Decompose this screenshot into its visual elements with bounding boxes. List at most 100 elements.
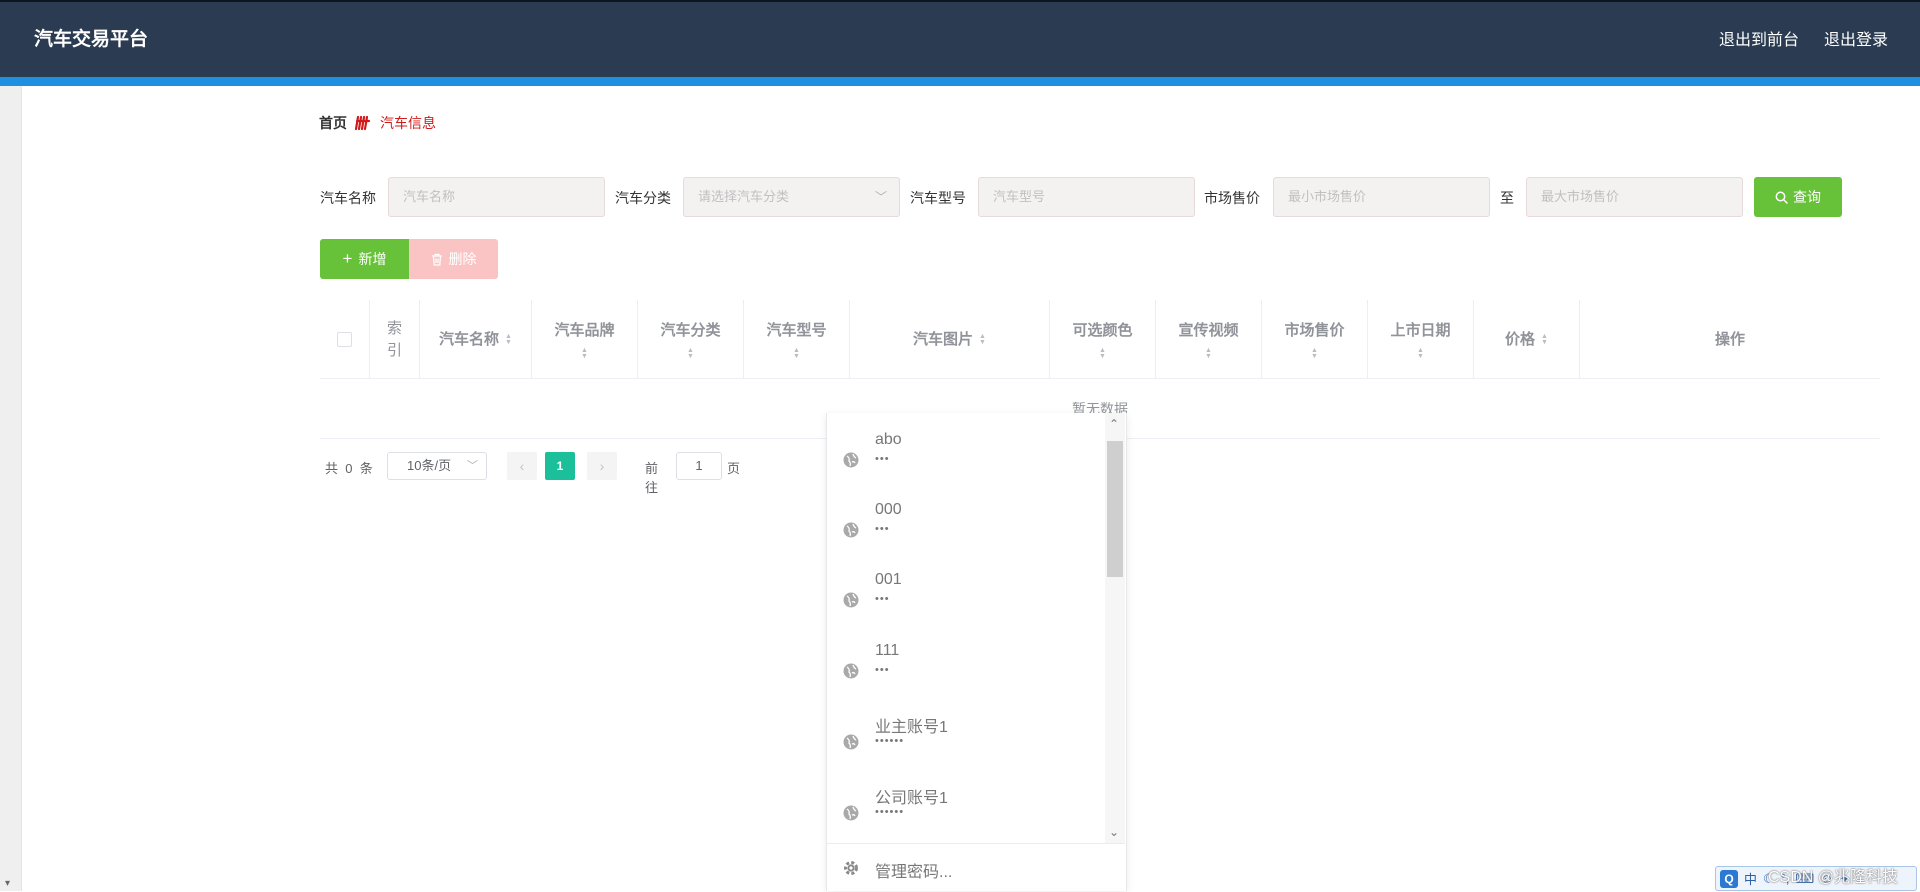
globe-icon bbox=[843, 663, 859, 679]
sort-icon[interactable]: ▲ ▼ bbox=[1417, 347, 1424, 360]
column-car-model-label: 汽车型号 bbox=[766, 321, 827, 339]
breadcrumb-separator-icon bbox=[355, 115, 371, 131]
next-page-button[interactable]: › bbox=[587, 452, 617, 480]
column-header-car-image[interactable]: 汽车图片 ▲ ▼ bbox=[850, 300, 1050, 379]
plus-icon: + bbox=[342, 249, 353, 268]
password-autofill-popup: abo ••• 000 ••• 001 ••• 111 ••• 业主账号1 ••… bbox=[826, 413, 1127, 891]
autofill-item[interactable]: 公司账号1 •••••• bbox=[827, 784, 1105, 842]
goto-page-input[interactable]: 1 bbox=[676, 452, 722, 480]
autofill-password-mask: ••• bbox=[875, 593, 890, 605]
autofill-item[interactable]: 业主账号1 •••••• bbox=[827, 713, 1105, 783]
autofill-scrollbar[interactable]: ⌃ ⌄ bbox=[1105, 413, 1125, 843]
column-header-market-price[interactable]: 市场售价 ▲ ▼ bbox=[1262, 300, 1368, 379]
car-model-label: 汽车型号 bbox=[910, 190, 966, 206]
logout-link[interactable]: 退出登录 bbox=[1824, 26, 1888, 50]
delete-button-label: 删除 bbox=[448, 251, 477, 267]
header-nav: 退出到前台 退出登录 bbox=[1719, 26, 1888, 50]
page-size-value: 10条/页 bbox=[407, 458, 452, 473]
goto-label: 前往 bbox=[645, 461, 659, 495]
goto-suffix: 页 bbox=[727, 461, 741, 476]
autofill-item[interactable]: abo ••• bbox=[827, 431, 1105, 501]
query-button-label: 查询 bbox=[1793, 189, 1821, 205]
globe-icon bbox=[843, 592, 859, 608]
sort-icon[interactable]: ▲ ▼ bbox=[505, 333, 512, 346]
gear-icon bbox=[844, 861, 858, 875]
autofill-password-mask: ••• bbox=[875, 664, 890, 676]
ime-language-toggle[interactable]: 中 bbox=[1744, 869, 1757, 888]
breadcrumb: 首页 汽车信息 bbox=[319, 113, 436, 133]
autofill-password-mask: ••• bbox=[875, 523, 890, 535]
price-range-separator: 至 bbox=[1500, 190, 1514, 206]
autofill-password-mask: •••••• bbox=[875, 806, 905, 818]
breadcrumb-home[interactable]: 首页 bbox=[319, 113, 347, 133]
ime-logo-icon[interactable]: Q bbox=[1720, 869, 1738, 888]
sort-icon[interactable]: ▲ ▼ bbox=[1311, 347, 1318, 360]
column-header-colors[interactable]: 可选颜色 ▲ ▼ bbox=[1050, 300, 1156, 379]
globe-icon bbox=[843, 734, 859, 750]
column-car-image-label: 汽车图片 bbox=[913, 330, 974, 348]
sort-icon[interactable]: ▲ ▼ bbox=[581, 347, 588, 360]
manage-passwords-item[interactable]: 管理密码... bbox=[827, 843, 1125, 892]
max-price-placeholder: 最大市场售价 bbox=[1541, 189, 1620, 204]
column-header-video[interactable]: 宣传视频 ▲ ▼ bbox=[1156, 300, 1262, 379]
column-price-label: 价格 bbox=[1505, 330, 1536, 348]
scrollbar-thumb[interactable] bbox=[1107, 441, 1123, 577]
column-actions-label: 操作 bbox=[1714, 330, 1745, 348]
column-header-index: 索引 bbox=[370, 300, 420, 379]
sort-icon[interactable]: ▲ ▼ bbox=[1541, 333, 1548, 346]
query-button[interactable]: 查询 bbox=[1754, 177, 1842, 217]
add-button[interactable]: + 新增 bbox=[320, 239, 409, 279]
min-price-input[interactable]: 最小市场售价 bbox=[1273, 177, 1490, 217]
autofill-item[interactable]: 111 ••• bbox=[827, 642, 1105, 712]
autofill-item[interactable]: 001 ••• bbox=[827, 571, 1105, 641]
sort-icon[interactable]: ▲ ▼ bbox=[687, 347, 694, 360]
autofill-username: 111 bbox=[875, 642, 900, 659]
autofill-username: 业主账号1 bbox=[875, 719, 948, 736]
page-size-select[interactable]: 10条/页 ﹀ bbox=[387, 452, 487, 480]
total-prefix: 共 bbox=[325, 461, 339, 476]
trash-icon bbox=[431, 253, 442, 266]
column-colors-label: 可选颜色 bbox=[1072, 321, 1133, 339]
globe-icon bbox=[843, 522, 859, 538]
autofill-item[interactable]: 000 ••• bbox=[827, 501, 1105, 571]
autofill-username: 公司账号1 bbox=[875, 790, 948, 807]
car-name-input[interactable]: 汽车名称 bbox=[388, 177, 605, 217]
autofill-username: 000 bbox=[875, 501, 902, 518]
chevron-up-icon[interactable]: ⌃ bbox=[1109, 417, 1119, 431]
breadcrumb-current: 汽车信息 bbox=[380, 115, 436, 131]
prev-page-button[interactable]: ‹ bbox=[507, 452, 537, 480]
top-header: 汽车交易平台 退出到前台 退出登录 bbox=[0, 0, 1920, 77]
sort-icon[interactable]: ▲ ▼ bbox=[793, 347, 800, 360]
car-name-label: 汽车名称 bbox=[320, 190, 376, 206]
column-header-price[interactable]: 价格 ▲ ▼ bbox=[1474, 300, 1580, 379]
car-model-input[interactable]: 汽车型号 bbox=[978, 177, 1195, 217]
car-category-select[interactable]: 请选择汽车分类 ﹀ bbox=[683, 177, 900, 217]
sort-icon[interactable]: ▲ ▼ bbox=[979, 333, 986, 346]
chevron-left-icon: ‹ bbox=[519, 458, 525, 474]
select-all-checkbox[interactable] bbox=[337, 332, 352, 347]
chevron-down-icon[interactable]: ⌄ bbox=[1109, 825, 1119, 839]
sort-icon[interactable]: ▲ ▼ bbox=[1099, 347, 1106, 360]
scroll-down-icon[interactable]: ▾ bbox=[5, 878, 10, 889]
column-car-brand-label: 汽车品牌 bbox=[554, 321, 615, 339]
back-to-frontend-link[interactable]: 退出到前台 bbox=[1719, 26, 1799, 50]
max-price-input[interactable]: 最大市场售价 bbox=[1526, 177, 1743, 217]
column-video-label: 宣传视频 bbox=[1178, 321, 1239, 339]
add-button-label: 新增 bbox=[358, 251, 387, 267]
sort-icon[interactable]: ▲ ▼ bbox=[1205, 347, 1212, 360]
car-name-placeholder: 汽车名称 bbox=[403, 189, 456, 204]
column-header-release-date[interactable]: 上市日期 ▲ ▼ bbox=[1368, 300, 1474, 379]
pagination-total: 共 0 条 bbox=[325, 458, 373, 477]
delete-button[interactable]: 删除 bbox=[409, 239, 498, 279]
car-model-placeholder: 汽车型号 bbox=[993, 189, 1046, 204]
sidebar-collapsed: ▾ bbox=[0, 86, 22, 891]
column-header-car-category[interactable]: 汽车分类 ▲ ▼ bbox=[638, 300, 744, 379]
header-accent-stripe bbox=[0, 77, 1920, 86]
column-header-car-brand[interactable]: 汽车品牌 ▲ ▼ bbox=[532, 300, 638, 379]
chevron-down-icon: ﹀ bbox=[467, 460, 478, 472]
market-price-label: 市场售价 bbox=[1204, 190, 1260, 206]
column-header-car-model[interactable]: 汽车型号 ▲ ▼ bbox=[744, 300, 850, 379]
page-number-button[interactable]: 1 bbox=[545, 452, 575, 480]
app-title: 汽车交易平台 bbox=[34, 28, 149, 50]
column-header-car-name[interactable]: 汽车名称 ▲ ▼ bbox=[420, 300, 532, 379]
